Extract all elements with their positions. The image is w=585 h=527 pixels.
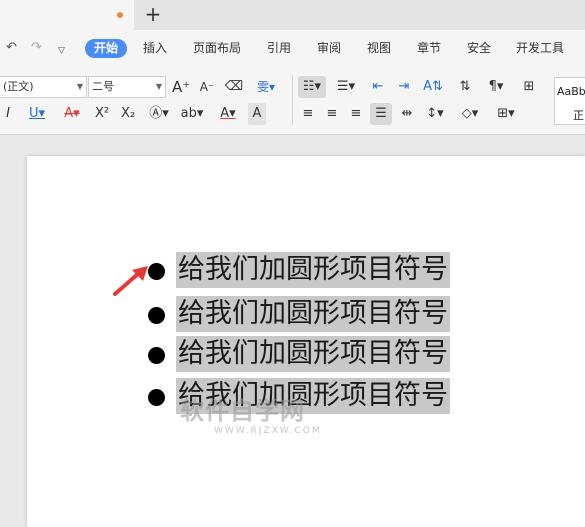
styles-gallery[interactable]: AaBb 正	[554, 77, 585, 125]
font-name-combo[interactable]: (正文) ▼	[0, 76, 87, 98]
style-sample-text: AaBb	[557, 85, 585, 98]
italic-icon[interactable]: I	[0, 103, 16, 125]
menu-item-start[interactable]: 开始	[85, 39, 127, 58]
menu-item-insert[interactable]: 插入	[143, 41, 167, 55]
round-bullet-icon	[148, 389, 165, 406]
list-item-text: 给我们加圆形项目符号	[176, 252, 450, 288]
show-marks-icon[interactable]: ¶▾	[482, 76, 510, 98]
grow-font-icon[interactable]: A⁺	[172, 76, 190, 98]
pointer-arrow-icon	[113, 266, 148, 296]
round-bullet-icon	[148, 347, 165, 364]
align-center-icon[interactable]: ≡	[322, 103, 342, 125]
undo-icon[interactable]: ↶	[6, 40, 17, 56]
line-spacing-icon[interactable]: ↕▾	[422, 103, 448, 125]
menu-item-references[interactable]: 引用	[267, 41, 291, 55]
shading-icon[interactable]: ◇▾	[456, 103, 484, 125]
toolbar-divider	[292, 75, 293, 125]
chevron-down-icon: ▼	[76, 82, 83, 91]
underline-icon[interactable]: U▾	[24, 103, 50, 125]
numbered-list-icon[interactable]: ☰▾	[332, 76, 360, 98]
watermark-text: 软件自学网	[180, 397, 305, 425]
add-tab-button[interactable]: +	[144, 2, 162, 26]
round-bullet-icon	[148, 307, 165, 324]
font-size-value: 二号	[92, 80, 114, 93]
menu-item-view[interactable]: 视图	[367, 41, 391, 55]
menu-item-review[interactable]: 审阅	[317, 41, 341, 55]
tab-bar: +	[0, 0, 585, 30]
justify-icon[interactable]: ☰	[370, 103, 392, 125]
font-size-combo[interactable]: 二号 ▼	[88, 76, 166, 98]
menu-item-security[interactable]: 安全	[467, 41, 491, 55]
increase-indent-icon[interactable]: ⇥	[394, 76, 414, 98]
document-tab[interactable]	[0, 0, 134, 30]
distributed-align-icon[interactable]: ⇹	[396, 103, 418, 125]
text-effect-icon[interactable]: Ⓐ▾	[146, 103, 172, 125]
clear-format-icon[interactable]: ⌫	[224, 76, 244, 98]
text-direction-icon[interactable]: A⇅	[420, 76, 446, 98]
strikethrough-icon[interactable]: A▾	[58, 103, 86, 125]
highlight-icon[interactable]: ab▾	[178, 103, 206, 125]
decrease-indent-icon[interactable]: ⇤	[368, 76, 388, 98]
char-shading-icon[interactable]: A	[248, 103, 266, 125]
style-label-text: 正	[573, 109, 584, 122]
menu-bar: ↶ ↷ ▽ 开始 插入 页面布局 引用 审阅 视图 章节 安全 开发工具	[0, 30, 585, 67]
dropdown-caret-icon[interactable]: ▽	[58, 43, 65, 59]
borders-icon[interactable]: ⊞▾	[492, 103, 520, 125]
menu-item-chapter[interactable]: 章节	[417, 41, 441, 55]
shrink-font-icon[interactable]: A⁻	[198, 76, 216, 98]
font-name-value: (正文)	[3, 80, 34, 93]
chevron-down-icon: ▼	[155, 82, 162, 91]
font-color-icon[interactable]: A▾	[214, 103, 242, 125]
sort-icon[interactable]: ⇅	[454, 76, 476, 98]
bullet-list-icon[interactable]: ☷▾	[298, 76, 326, 98]
unsaved-indicator-icon	[117, 12, 123, 18]
align-right-icon[interactable]: ≡	[346, 103, 366, 125]
phonetic-guide-icon[interactable]: 雯▾	[252, 76, 280, 98]
table-frame-icon[interactable]: ⊞	[518, 76, 540, 98]
list-item-text: 给我们加圆形项目符号	[176, 296, 450, 332]
superscript-icon[interactable]: X²	[92, 103, 112, 125]
menu-item-page-layout[interactable]: 页面布局	[193, 41, 241, 55]
subscript-icon[interactable]: X₂	[118, 103, 138, 125]
watermark-subtext: WWW.RJZXW.COM	[214, 426, 322, 436]
redo-icon[interactable]: ↷	[31, 40, 42, 56]
ribbon-toolbar: (正文) ▼ 二号 ▼ A⁺ A⁻ ⌫ 雯▾ ☷▾ ☰▾ ⇤ ⇥ A⇅ ⇅ ¶▾…	[0, 67, 585, 135]
list-item-text: 给我们加圆形项目符号	[176, 336, 450, 372]
align-left-icon[interactable]: ≡	[298, 103, 318, 125]
menu-item-developer-tools[interactable]: 开发工具	[516, 41, 564, 55]
